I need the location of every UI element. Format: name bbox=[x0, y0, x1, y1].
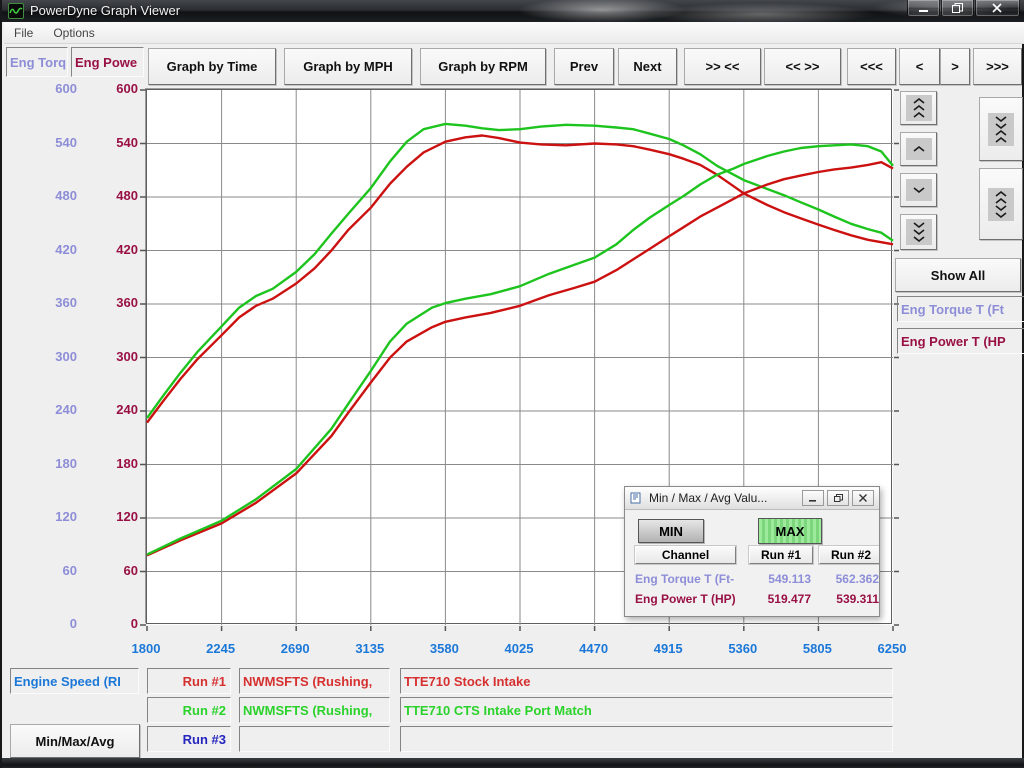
menu-file[interactable]: File bbox=[4, 24, 43, 42]
prev-button[interactable]: Prev bbox=[554, 48, 614, 85]
torque-legend-box[interactable]: Eng Torque T (Ft bbox=[897, 296, 1024, 322]
power-tick-label: 420 bbox=[83, 242, 138, 258]
close-icon[interactable] bbox=[975, 0, 1020, 17]
max-toggle-button[interactable]: MAX bbox=[758, 518, 822, 544]
window-title: PowerDyne Graph Viewer bbox=[30, 3, 180, 18]
rpm-tick-label: 5360 bbox=[713, 641, 773, 656]
minmax-row-channel: Eng Power T (HP) bbox=[635, 592, 736, 606]
power-tick-label: 300 bbox=[83, 349, 138, 365]
scroll-down-fast-button[interactable] bbox=[900, 214, 937, 250]
run1-label-box[interactable]: Run #1 bbox=[147, 668, 231, 694]
minmax-row-value: 549.113 bbox=[749, 572, 811, 586]
minmax-minimize-icon[interactable] bbox=[802, 490, 824, 506]
run3-description-box[interactable] bbox=[400, 726, 893, 752]
window-bottom-frame bbox=[2, 758, 1024, 768]
zoom-in-x-button[interactable]: >> << bbox=[684, 48, 761, 85]
app-icon bbox=[8, 3, 24, 19]
app-window: PowerDyne Graph Viewer File Options Eng … bbox=[0, 0, 1024, 768]
minimize-icon[interactable] bbox=[907, 0, 940, 17]
run3-file-box[interactable] bbox=[239, 726, 390, 752]
power-tick-label: 360 bbox=[83, 295, 138, 311]
x-axis-channel-box[interactable]: Engine Speed (RI bbox=[10, 668, 139, 694]
power-tick-label: 180 bbox=[83, 456, 138, 472]
minmax-window-title: Min / Max / Avg Valu... bbox=[649, 491, 767, 505]
run3-label-box[interactable]: Run #3 bbox=[147, 726, 231, 752]
scroll-far-right-button[interactable]: >>> bbox=[973, 48, 1022, 85]
rpm-tick-label: 2690 bbox=[265, 641, 325, 656]
scroll-up-button[interactable] bbox=[900, 132, 937, 166]
torque-tick-label: 360 bbox=[22, 295, 77, 311]
minmax-restore-icon[interactable] bbox=[827, 490, 849, 506]
run1-file-box[interactable]: NWMSFTS (Rushing, bbox=[239, 668, 390, 694]
scroll-down-button[interactable] bbox=[900, 173, 937, 207]
torque-tick-label: 0 bbox=[22, 616, 77, 632]
power-tick-label: 0 bbox=[83, 616, 138, 632]
minmax-row-value: 539.311 bbox=[819, 592, 879, 606]
graph-by-rpm-button[interactable]: Graph by RPM bbox=[420, 48, 546, 85]
zoom-out-x-button[interactable]: << >> bbox=[764, 48, 841, 85]
scroll-right-button[interactable]: > bbox=[940, 48, 970, 85]
torque-tick-label: 480 bbox=[22, 188, 77, 204]
torque-tick-label: 120 bbox=[22, 509, 77, 525]
power-tick-label: 240 bbox=[83, 402, 138, 418]
run2-description-box[interactable]: TTE710 CTS Intake Port Match bbox=[400, 697, 893, 723]
torque-tick-label: 60 bbox=[22, 563, 77, 579]
rpm-tick-label: 2245 bbox=[191, 641, 251, 656]
scroll-up-fast-button[interactable] bbox=[900, 91, 937, 125]
maximize-icon[interactable] bbox=[941, 0, 974, 17]
compress-vertical-button[interactable] bbox=[979, 97, 1023, 161]
power-tick-label: 540 bbox=[83, 135, 138, 151]
power-tick-label: 600 bbox=[83, 81, 138, 97]
minmax-close-icon[interactable] bbox=[852, 490, 874, 506]
power-tick-label: 480 bbox=[83, 188, 138, 204]
minmax-window[interactable]: Min / Max / Avg Valu... MIN MAX Channel … bbox=[624, 486, 880, 617]
min-toggle-button[interactable]: MIN bbox=[638, 519, 704, 543]
power-channel-button[interactable]: Eng Powe bbox=[71, 47, 144, 77]
torque-tick-label: 180 bbox=[22, 456, 77, 472]
rpm-tick-label: 4025 bbox=[489, 641, 549, 656]
rpm-tick-label: 6250 bbox=[862, 641, 922, 656]
torque-tick-label: 300 bbox=[22, 349, 77, 365]
rpm-tick-label: 3580 bbox=[414, 641, 474, 656]
title-bar[interactable]: PowerDyne Graph Viewer bbox=[2, 0, 1024, 22]
minmax-row-value: 519.477 bbox=[749, 592, 811, 606]
power-tick-label: 60 bbox=[83, 563, 138, 579]
show-all-button[interactable]: Show All bbox=[895, 258, 1021, 292]
column-header-channel: Channel bbox=[635, 546, 736, 564]
power-legend-box[interactable]: Eng Power T (HP bbox=[897, 328, 1024, 354]
power-tick-label: 120 bbox=[83, 509, 138, 525]
rpm-tick-label: 4915 bbox=[638, 641, 698, 656]
minmax-row-channel: Eng Torque T (Ft- bbox=[635, 572, 734, 586]
torque-tick-label: 240 bbox=[22, 402, 77, 418]
run2-label-box[interactable]: Run #2 bbox=[147, 697, 231, 723]
minmax-row-value: 562.362 bbox=[819, 572, 879, 586]
minmaxavg-button[interactable]: Min/Max/Avg bbox=[10, 724, 140, 758]
torque-tick-label: 540 bbox=[22, 135, 77, 151]
graph-by-time-button[interactable]: Graph by Time bbox=[148, 48, 276, 85]
minmax-window-icon bbox=[630, 492, 643, 504]
run2-file-box[interactable]: NWMSFTS (Rushing, bbox=[239, 697, 390, 723]
column-header-run1: Run #1 bbox=[749, 546, 813, 564]
minmax-titlebar[interactable]: Min / Max / Avg Valu... bbox=[625, 487, 879, 510]
graph-by-mph-button[interactable]: Graph by MPH bbox=[284, 48, 412, 85]
rpm-tick-label: 5805 bbox=[787, 641, 847, 656]
scroll-far-left-button[interactable]: <<< bbox=[847, 48, 896, 85]
menu-bar: File Options bbox=[4, 22, 1024, 44]
torque-tick-label: 600 bbox=[22, 81, 77, 97]
rpm-tick-label: 4470 bbox=[564, 641, 624, 656]
torque-tick-label: 420 bbox=[22, 242, 77, 258]
rpm-tick-label: 3135 bbox=[340, 641, 400, 656]
column-header-run2: Run #2 bbox=[819, 546, 880, 564]
run1-description-box[interactable]: TTE710 Stock Intake bbox=[400, 668, 893, 694]
rpm-tick-label: 1800 bbox=[116, 641, 176, 656]
expand-vertical-button[interactable] bbox=[979, 168, 1023, 240]
menu-options[interactable]: Options bbox=[43, 24, 104, 42]
scroll-left-button[interactable]: < bbox=[899, 48, 940, 85]
torque-channel-button[interactable]: Eng Torq bbox=[6, 47, 68, 77]
next-button[interactable]: Next bbox=[618, 48, 677, 85]
